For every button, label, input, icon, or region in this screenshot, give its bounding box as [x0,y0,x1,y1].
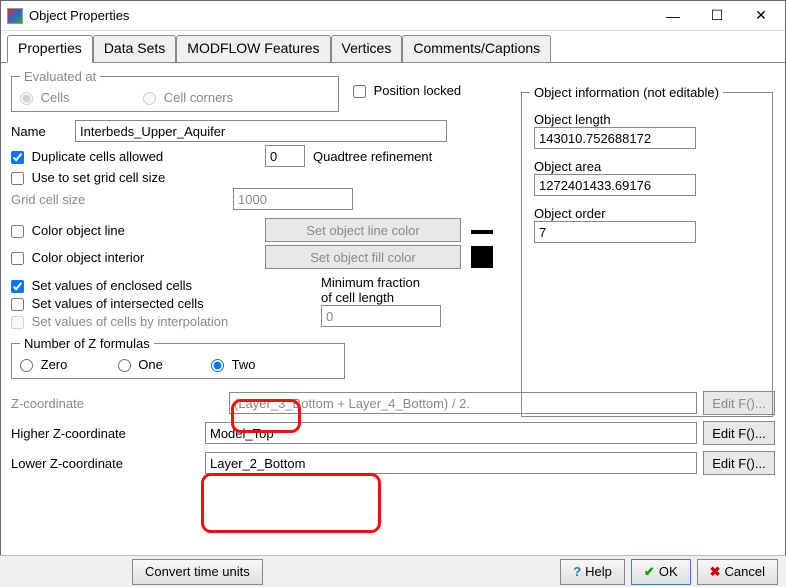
eval-cells-radio: Cells [20,90,73,105]
tab-properties[interactable]: Properties [7,35,93,63]
object-info-legend: Object information (not editable) [530,85,723,100]
use-grid-size-checkbox[interactable]: Use to set grid cell size [11,170,165,185]
color-line-checkbox[interactable]: Color object line [11,223,265,238]
object-info-group: Object information (not editable) Object… [521,85,773,417]
properties-panel: Evaluated at Cells Cell corners Position… [1,62,785,562]
set-line-color-button: Set object line color [265,218,461,242]
position-locked-checkbox[interactable]: Position locked [353,83,461,98]
titlebar: Object Properties — ☐ ✕ [1,1,785,31]
lower-z-editf-button[interactable]: Edit F()... [703,451,775,475]
cancel-button[interactable]: ✖Cancel [697,559,778,585]
close-button[interactable]: ✕ [739,2,783,30]
evaluated-at-group: Evaluated at Cells Cell corners [11,69,339,112]
convert-time-units-button[interactable]: Convert time units [132,559,263,585]
higher-z-input[interactable] [205,422,697,444]
ok-button[interactable]: ✔OK [631,559,691,585]
obj-length-label: Object length [534,112,764,127]
z-formulas-group: Number of Z formulas Zero One Two [11,336,345,379]
minimize-button[interactable]: — [651,2,695,30]
obj-length-value [534,127,696,149]
bottom-bar: Convert time units ?Help ✔OK ✖Cancel [0,555,786,587]
tab-strip: Properties Data Sets MODFLOW Features Ve… [1,31,785,62]
tab-vertices[interactable]: Vertices [331,35,403,62]
window-title: Object Properties [29,8,651,23]
fill-color-swatch [471,246,493,268]
quadtree-label: Quadtree refinement [313,149,432,164]
lower-z-input[interactable] [205,452,697,474]
set-intersected-checkbox[interactable]: Set values of intersected cells [11,296,204,311]
zcoord-label: Z-coordinate [11,396,229,411]
quadtree-input[interactable] [265,145,305,167]
check-icon: ✔ [644,564,655,580]
eval-corners-radio: Cell corners [143,90,233,105]
grid-cell-size-label: Grid cell size [11,192,233,207]
grid-cell-size-input [233,188,353,210]
z-zero-radio[interactable]: Zero [20,357,114,372]
obj-order-value [534,221,696,243]
minfrac-label2: of cell length [321,290,441,305]
minfrac-label1: Minimum fraction [321,275,441,290]
help-button[interactable]: ?Help [560,559,625,585]
maximize-button[interactable]: ☐ [695,2,739,30]
higher-z-label: Higher Z-coordinate [11,426,205,441]
set-fill-color-button: Set object fill color [265,245,461,269]
set-enclosed-checkbox[interactable]: Set values of enclosed cells [11,278,192,293]
color-interior-checkbox[interactable]: Color object interior [11,250,265,265]
obj-order-label: Object order [534,206,764,221]
help-icon: ? [573,564,581,579]
obj-area-label: Object area [534,159,764,174]
tab-comments[interactable]: Comments/Captions [402,35,551,62]
set-interp-checkbox: Set values of cells by interpolation [11,314,228,329]
minfrac-input [321,305,441,327]
x-icon: ✖ [710,564,721,580]
tab-modflow-features[interactable]: MODFLOW Features [176,35,330,62]
lower-z-label: Lower Z-coordinate [11,456,205,471]
obj-area-value [534,174,696,196]
higher-z-editf-button[interactable]: Edit F()... [703,421,775,445]
name-label: Name [11,124,75,139]
app-icon [7,8,23,24]
tab-data-sets[interactable]: Data Sets [93,35,176,62]
z-formulas-legend: Number of Z formulas [20,336,154,351]
z-one-radio[interactable]: One [118,357,208,372]
duplicate-cells-checkbox[interactable]: Duplicate cells allowed [11,149,265,164]
highlight-zvals [201,473,381,533]
name-input[interactable] [75,120,447,142]
line-color-swatch [471,230,493,238]
z-two-radio[interactable]: Two [211,357,255,372]
evaluated-at-legend: Evaluated at [20,69,100,84]
